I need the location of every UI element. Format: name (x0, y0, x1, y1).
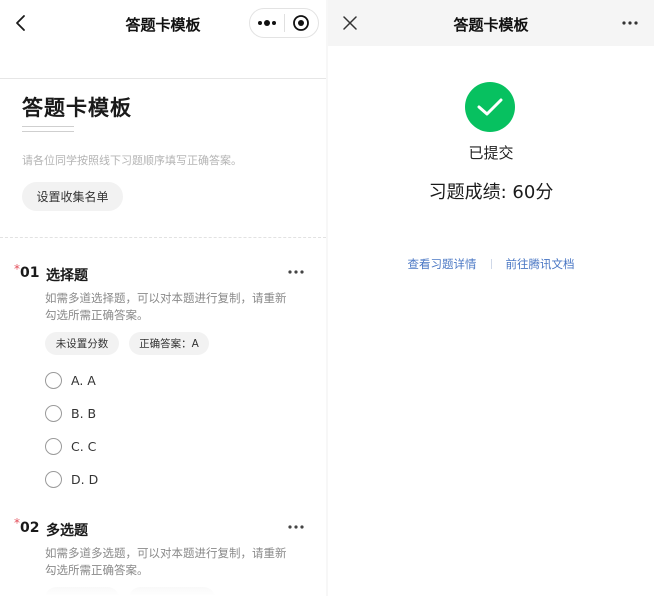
option-c[interactable]: C. C (45, 436, 96, 456)
question-number: 02 (20, 520, 40, 536)
option-b[interactable]: B. B (45, 403, 96, 423)
form-description: 请各位同学按照线下习题顺序填写正确答案。 (22, 154, 242, 167)
section-divider (0, 237, 326, 238)
view-exercise-details-link[interactable]: 查看习题详情 (408, 256, 477, 272)
question-description: 如需多道选择题，可以对本题进行复制，请重新勾选所需正确答案。 (45, 291, 287, 322)
header-divider (0, 78, 326, 79)
exercise-score: 习题成绩: 60分 (428, 182, 554, 203)
title-underline (22, 126, 74, 127)
option-label: B. B (71, 405, 97, 421)
result-links: 查看习题详情 前往腾讯文档 (328, 256, 654, 272)
option-label: C. C (71, 438, 97, 454)
close-mini-program-button[interactable] (285, 9, 318, 37)
option-a[interactable]: A. A (45, 370, 96, 390)
question-title: 选择题 (46, 268, 88, 284)
score-tag[interactable]: 未设置分数 (45, 332, 119, 355)
success-check-icon (465, 82, 515, 132)
submit-status: 已提交 (468, 144, 514, 162)
option-d[interactable]: D. D (45, 469, 98, 489)
open-tencent-docs-link[interactable]: 前往腾讯文档 (506, 256, 575, 272)
form-title: 答题卡模板 (22, 96, 132, 120)
question-number: 01 (20, 265, 40, 281)
correct-answer-tag[interactable]: 正确答案：A (129, 332, 209, 355)
more-button[interactable] (620, 17, 640, 29)
link-divider (490, 259, 492, 269)
nav-title: 答题卡模板 (453, 16, 529, 34)
more-horizontal-icon (288, 270, 304, 274)
option-label: A. A (71, 372, 96, 388)
mini-program-capsule (249, 8, 319, 38)
radio-button[interactable] (45, 470, 62, 488)
nav-bar: 答题卡模板 (0, 0, 326, 46)
title-underline (22, 131, 74, 132)
right-screen: 答题卡模板 已提交 习题成绩: 60分 查看习题详情 前往腾讯文档 (328, 0, 654, 596)
more-dots-icon (258, 20, 276, 26)
more-horizontal-icon (622, 21, 638, 25)
set-collection-list-button[interactable]: 设置收集名单 (22, 182, 123, 211)
target-icon (293, 15, 310, 31)
question-title: 多选题 (46, 523, 88, 539)
question-more-button[interactable] (286, 266, 306, 278)
question-more-button[interactable] (286, 521, 306, 533)
nav-bar: 答题卡模板 (328, 0, 654, 46)
radio-button[interactable] (45, 404, 62, 422)
radio-button[interactable] (45, 371, 62, 389)
left-screen: 答题卡模板 答题卡模板 请各位同学按照线下习题顺序填写正确答案。 设置收集名单 … (0, 0, 326, 596)
more-horizontal-icon (288, 525, 304, 529)
scroll-fade (0, 576, 326, 596)
question-description: 如需多道多选题，可以对本题进行复制，请重新勾选所需正确答案。 (45, 546, 287, 577)
more-button[interactable] (250, 9, 284, 37)
option-label: D. D (71, 471, 99, 487)
radio-button[interactable] (45, 437, 62, 455)
